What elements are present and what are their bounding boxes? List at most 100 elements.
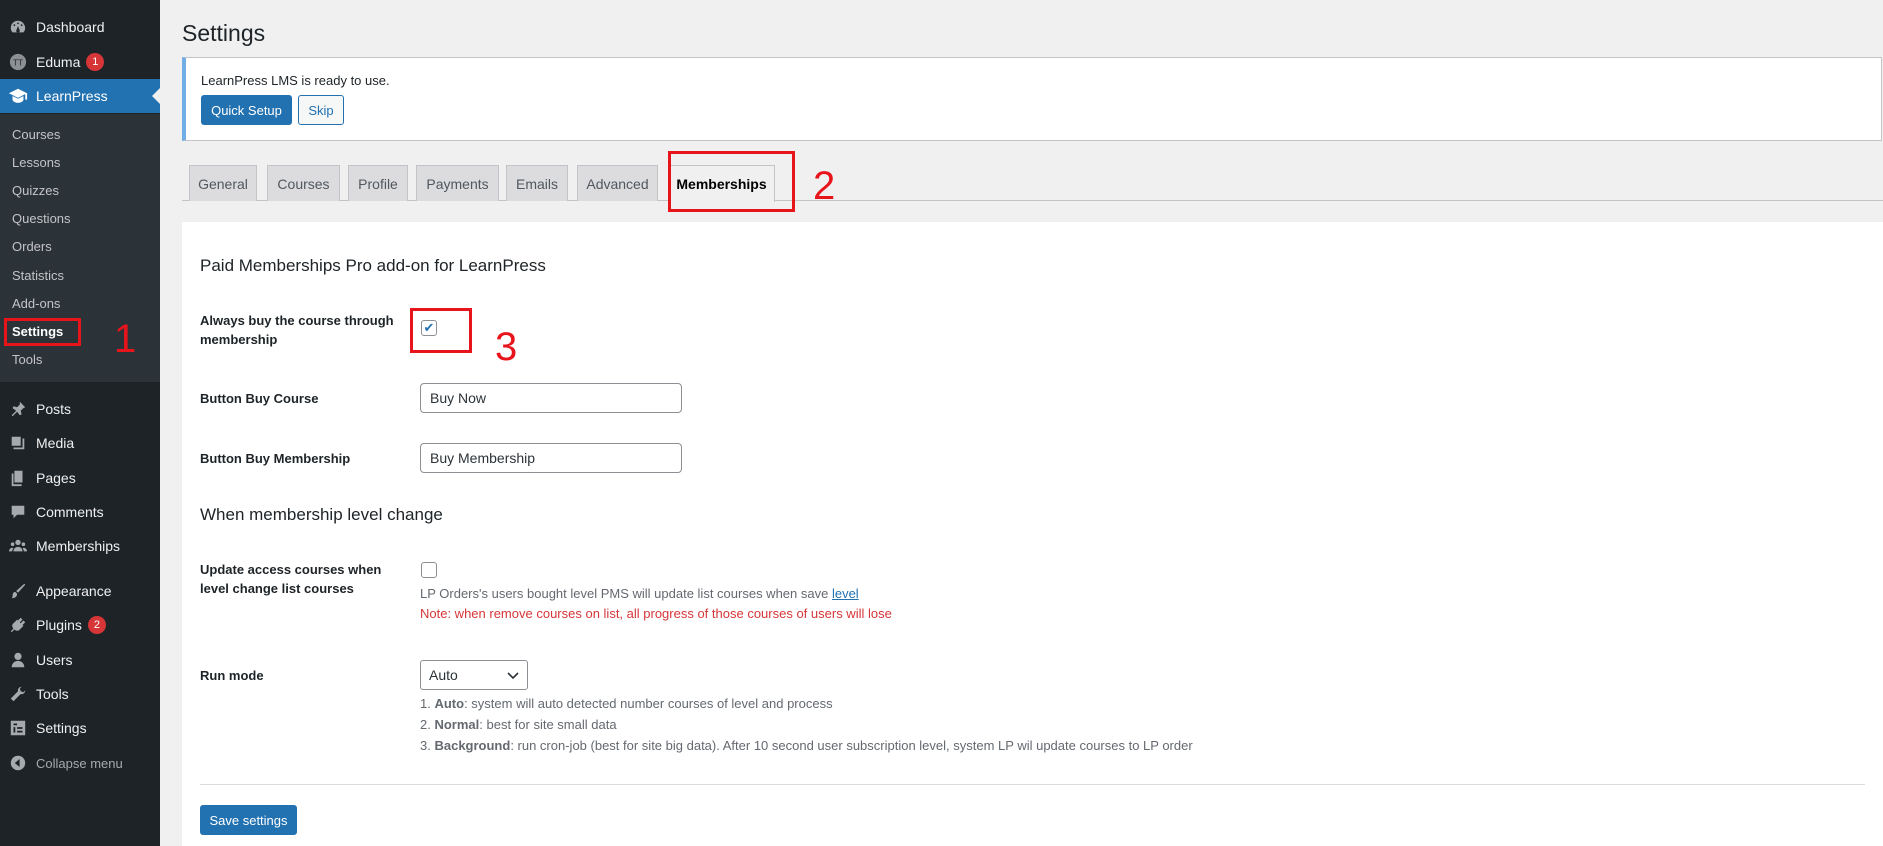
menu-label: Settings	[36, 720, 87, 736]
eduma-icon: TT	[0, 53, 36, 71]
submenu-orders[interactable]: Orders	[12, 239, 52, 254]
plugin-icon	[0, 616, 36, 634]
chevron-down-icon	[507, 667, 519, 683]
menu-settings[interactable]: Settings	[0, 711, 160, 745]
desc-num: 1.	[420, 696, 431, 711]
desc-num: 2.	[420, 717, 431, 732]
menu-label: Eduma	[36, 54, 81, 70]
annotation-number-3: 3	[495, 325, 518, 369]
menu-label: Pages	[36, 470, 76, 486]
submenu-questions[interactable]: Questions	[12, 211, 71, 226]
skip-button[interactable]: Skip	[298, 95, 344, 125]
wrench-icon	[0, 685, 36, 703]
collapse-icon	[0, 755, 36, 771]
tab-general[interactable]: General	[189, 165, 257, 201]
pin-icon	[0, 400, 36, 418]
users-icon	[0, 651, 36, 669]
notification-badge: 1	[86, 53, 105, 71]
media-icon	[0, 434, 36, 452]
menu-label: Users	[36, 652, 73, 668]
annotation-number-2: 2	[813, 164, 836, 208]
desc-bold: Background	[434, 738, 511, 753]
graduation-cap-icon	[0, 87, 36, 105]
run-mode-label: Run mode	[200, 668, 264, 683]
setup-notice: LearnPress LMS is ready to use. Quick Se…	[182, 57, 1882, 141]
menu-media[interactable]: Media	[0, 426, 160, 460]
page-title: Settings	[182, 20, 266, 46]
collapse-menu[interactable]: Collapse menu	[0, 752, 123, 774]
tab-courses[interactable]: Courses	[267, 165, 340, 201]
menu-pages[interactable]: Pages	[0, 461, 160, 495]
annotation-box-3	[410, 308, 472, 353]
run-mode-value: Auto	[429, 667, 458, 683]
button-buy-membership-label: Button Buy Membership	[200, 451, 351, 466]
pages-icon	[0, 469, 36, 487]
section-divider	[200, 784, 1865, 785]
submenu-quizzes[interactable]: Quizzes	[12, 183, 59, 198]
desc-text: : run cron-job (best for site big data).…	[510, 738, 1193, 753]
menu-dashboard[interactable]: Dashboard	[0, 10, 160, 44]
tab-payments[interactable]: Payments	[416, 165, 499, 201]
button-buy-course-input[interactable]	[420, 383, 682, 413]
desc-bold: Normal	[434, 717, 480, 732]
tab-emails[interactable]: Emails	[506, 165, 568, 201]
desc-text: : system will auto detected number cours…	[464, 696, 833, 711]
notice-text: LearnPress LMS is ready to use.	[201, 73, 390, 88]
run-mode-desc-3: 3. Background: run cron-job (best for si…	[420, 738, 1193, 753]
submenu-courses[interactable]: Courses	[12, 127, 60, 142]
submenu-tools[interactable]: Tools	[12, 352, 42, 367]
update-access-note: Note: when remove courses on list, all p…	[420, 606, 892, 621]
comments-icon	[0, 503, 36, 521]
always-buy-label: Always buy the course through membership	[200, 313, 394, 347]
menu-eduma[interactable]: TT Eduma 1	[0, 45, 160, 79]
menu-label: Dashboard	[36, 19, 105, 35]
submenu-addons[interactable]: Add-ons	[12, 296, 60, 311]
settings-icon	[0, 719, 36, 737]
admin-sidebar: Dashboard TT Eduma 1 LearnPress Courses …	[0, 0, 160, 846]
collapse-label: Collapse menu	[36, 755, 123, 771]
menu-plugins[interactable]: Plugins 2	[0, 608, 160, 642]
run-mode-select[interactable]: Auto	[420, 660, 528, 690]
menu-learnpress[interactable]: LearnPress	[0, 79, 160, 113]
menu-label: Posts	[36, 401, 72, 417]
save-settings-button[interactable]: Save settings	[200, 805, 297, 835]
menu-label: Appearance	[36, 583, 112, 599]
svg-text:TT: TT	[13, 59, 23, 68]
run-mode-desc-2: 2. Normal: best for site small data	[420, 717, 617, 732]
update-access-checkbox[interactable]	[421, 562, 437, 578]
desc-text: : best for site small data	[479, 717, 617, 732]
menu-label: Comments	[36, 504, 104, 520]
menu-label: Memberships	[36, 538, 121, 554]
menu-users[interactable]: Users	[0, 643, 160, 677]
menu-memberships[interactable]: Memberships	[0, 529, 160, 563]
update-access-label: Update access courses when level change …	[200, 562, 382, 596]
desc-bold: Auto	[434, 696, 465, 711]
annotation-number-1: 1	[114, 317, 137, 361]
button-buy-membership-input[interactable]	[420, 443, 682, 473]
menu-posts[interactable]: Posts	[0, 392, 160, 426]
tab-profile[interactable]: Profile	[348, 165, 408, 201]
menu-appearance[interactable]: Appearance	[0, 574, 160, 608]
dashboard-icon	[0, 18, 36, 36]
button-buy-course-label: Button Buy Course	[200, 391, 319, 406]
run-mode-desc-1: 1. Auto: system will auto detected numbe…	[420, 696, 833, 711]
quick-setup-button[interactable]: Quick Setup	[201, 95, 292, 125]
menu-tools[interactable]: Tools	[0, 677, 160, 711]
groups-icon	[0, 537, 36, 555]
tab-advanced[interactable]: Advanced	[577, 165, 658, 201]
menu-label: LearnPress	[36, 88, 108, 104]
annotation-box-1	[4, 318, 81, 346]
menu-label: Media	[36, 435, 75, 451]
menu-comments[interactable]: Comments	[0, 495, 160, 529]
section-title-pmpro: Paid Memberships Pro add-on for LearnPre…	[200, 256, 546, 275]
menu-label: Tools	[36, 686, 69, 702]
update-access-desc-text: LP Orders's users bought level PMS will …	[420, 586, 829, 601]
section-title-level-change: When membership level change	[200, 505, 443, 524]
menu-label: Plugins	[36, 617, 82, 633]
level-link[interactable]: level	[832, 586, 859, 601]
submenu-lessons[interactable]: Lessons	[12, 155, 60, 170]
brush-icon	[0, 582, 36, 600]
submenu-statistics[interactable]: Statistics	[12, 268, 64, 283]
desc-num: 3.	[420, 738, 431, 753]
notification-badge: 2	[87, 616, 106, 634]
